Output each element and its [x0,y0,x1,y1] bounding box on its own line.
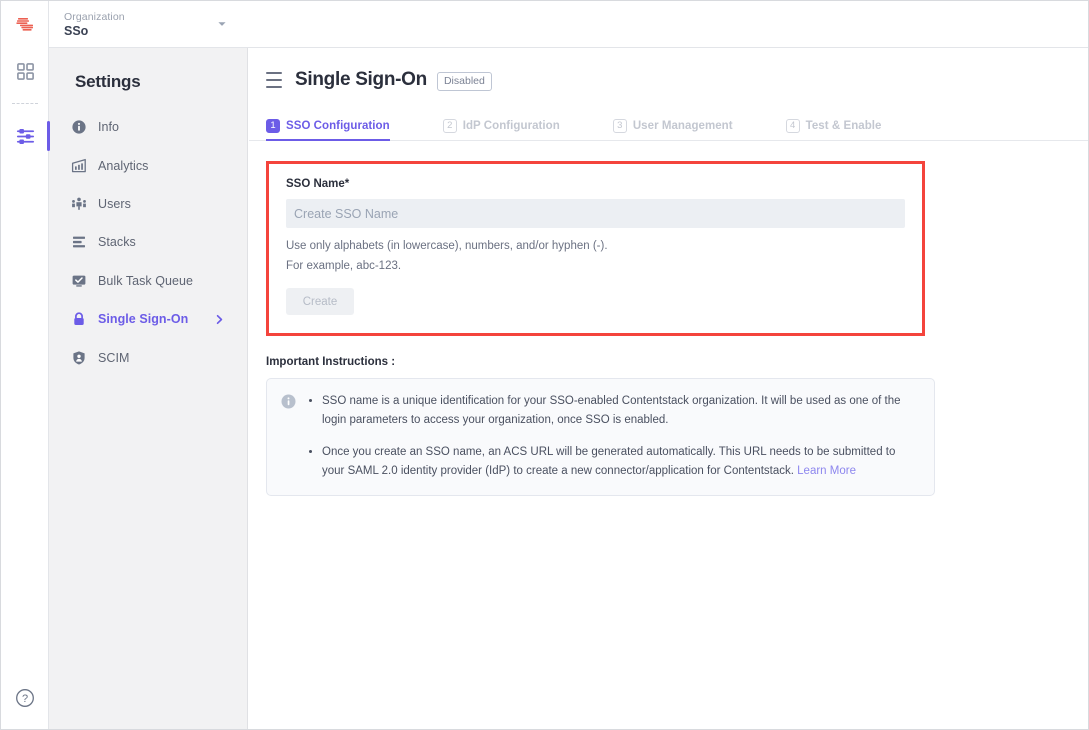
annotation-highlight-box: SSO Name* Use only alphabets (in lowerca… [266,161,925,336]
hamburger-line [266,72,282,74]
settings-title: Settings [75,72,247,92]
contentstack-logo-icon [13,13,37,37]
app-window: ? Organization SSo Settings [0,0,1089,730]
sso-name-input[interactable] [286,199,905,228]
tab-number: 2 [443,119,457,133]
important-instructions-box: SSO name is a unique identification for … [266,378,935,496]
hamburger-menu-icon[interactable] [266,72,282,88]
contentstack-logo[interactable] [1,1,49,48]
content-area: SSO Name* Use only alphabets (in lowerca… [249,141,1088,496]
left-icon-rail: ? [1,1,49,730]
instructions-list: SSO name is a unique identification for … [308,392,918,481]
rail-active-indicator [47,121,50,151]
sidebar-item-label: Bulk Task Queue [98,274,193,288]
info-circle-icon [69,117,89,137]
sliders-settings-icon [15,126,36,147]
sidebar-item-stacks[interactable]: Stacks [49,223,247,261]
info-circle-filled-icon [281,394,296,409]
list-item: SSO name is a unique identification for … [322,392,918,430]
tab-label: IdP Configuration [463,120,560,132]
question-circle-icon: ? [14,687,36,709]
sidebar-item-bulk-task-queue[interactable]: Bulk Task Queue [49,262,247,300]
sso-name-label: SSO Name* [286,178,905,190]
sidebar-item-single-sign-on[interactable]: Single Sign-On [49,300,247,338]
rail-item-list [1,48,49,159]
sidebar-item-scim[interactable]: SCIM [49,338,247,376]
sidebar-item-analytics[interactable]: Analytics [49,146,247,184]
sso-name-hint-line-1: Use only alphabets (in lowercase), numbe… [286,236,905,256]
organization-selector[interactable]: Organization SSo [64,10,214,39]
list-item: Once you create an SSO name, an ACS URL … [322,443,918,481]
tab-number: 1 [266,119,280,133]
svg-text:?: ? [22,693,28,705]
stacks-layers-icon [69,232,89,252]
page-title: Single Sign-On [295,69,427,91]
sidebar-item-label: Stacks [98,235,136,249]
hamburger-line [266,79,282,81]
page-header: Single Sign-On Disabled [249,48,1088,112]
rail-item-apps[interactable] [1,48,49,94]
main-content: Single Sign-On Disabled 1 SSO Configurat… [249,48,1088,730]
tab-bar: 1 SSO Configuration 2 IdP Configuration … [249,112,1088,141]
learn-more-link[interactable]: Learn More [797,465,856,477]
user-shield-icon [69,348,89,368]
hamburger-line [266,86,282,88]
sidebar-item-label: SCIM [98,351,129,365]
chevron-right-icon[interactable] [213,313,225,325]
lock-icon [69,309,89,329]
rail-item-settings[interactable] [1,113,49,159]
rail-divider [12,103,38,104]
sso-name-form: SSO Name* Use only alphabets (in lowerca… [269,164,922,333]
organization-name: SSo [64,24,214,39]
sidebar-item-users[interactable]: Users [49,185,247,223]
instructions-title: Important Instructions : [266,356,1071,368]
tab-label: Test & Enable [806,120,882,132]
sso-name-hint-line-2: For example, abc-123. [286,256,905,276]
tab-sso-configuration[interactable]: 1 SSO Configuration [266,111,390,140]
grid-apps-icon [16,62,35,81]
tab-user-management[interactable]: 3 User Management [613,111,733,140]
instruction-text: SSO name is a unique identification for … [322,395,901,426]
tab-idp-configuration[interactable]: 2 IdP Configuration [443,111,560,140]
tab-test-and-enable[interactable]: 4 Test & Enable [786,111,882,140]
tab-number: 3 [613,119,627,133]
sidebar-item-info[interactable]: Info [49,108,247,146]
tab-label: SSO Configuration [286,120,390,132]
tab-label: User Management [633,120,733,132]
tab-number: 4 [786,119,800,133]
sidebar-item-label: Info [98,120,119,134]
bulk-task-queue-icon [69,271,89,291]
create-button[interactable]: Create [286,288,354,315]
chevron-down-icon[interactable] [216,18,228,30]
organization-label: Organization [64,10,214,24]
analytics-chart-icon [69,156,89,176]
status-badge: Disabled [437,72,492,91]
chevron-down-glyph [217,19,227,29]
top-bar: Organization SSo [49,1,1088,48]
settings-nav-list: Info Analytics [49,108,247,377]
sidebar-item-label: Users [98,197,131,211]
sidebar-item-label: Single Sign-On [98,312,188,326]
settings-sidebar: Settings Info [49,48,248,730]
sidebar-item-label: Analytics [98,159,148,173]
users-group-icon [69,194,89,214]
help-button[interactable]: ? [1,683,49,713]
